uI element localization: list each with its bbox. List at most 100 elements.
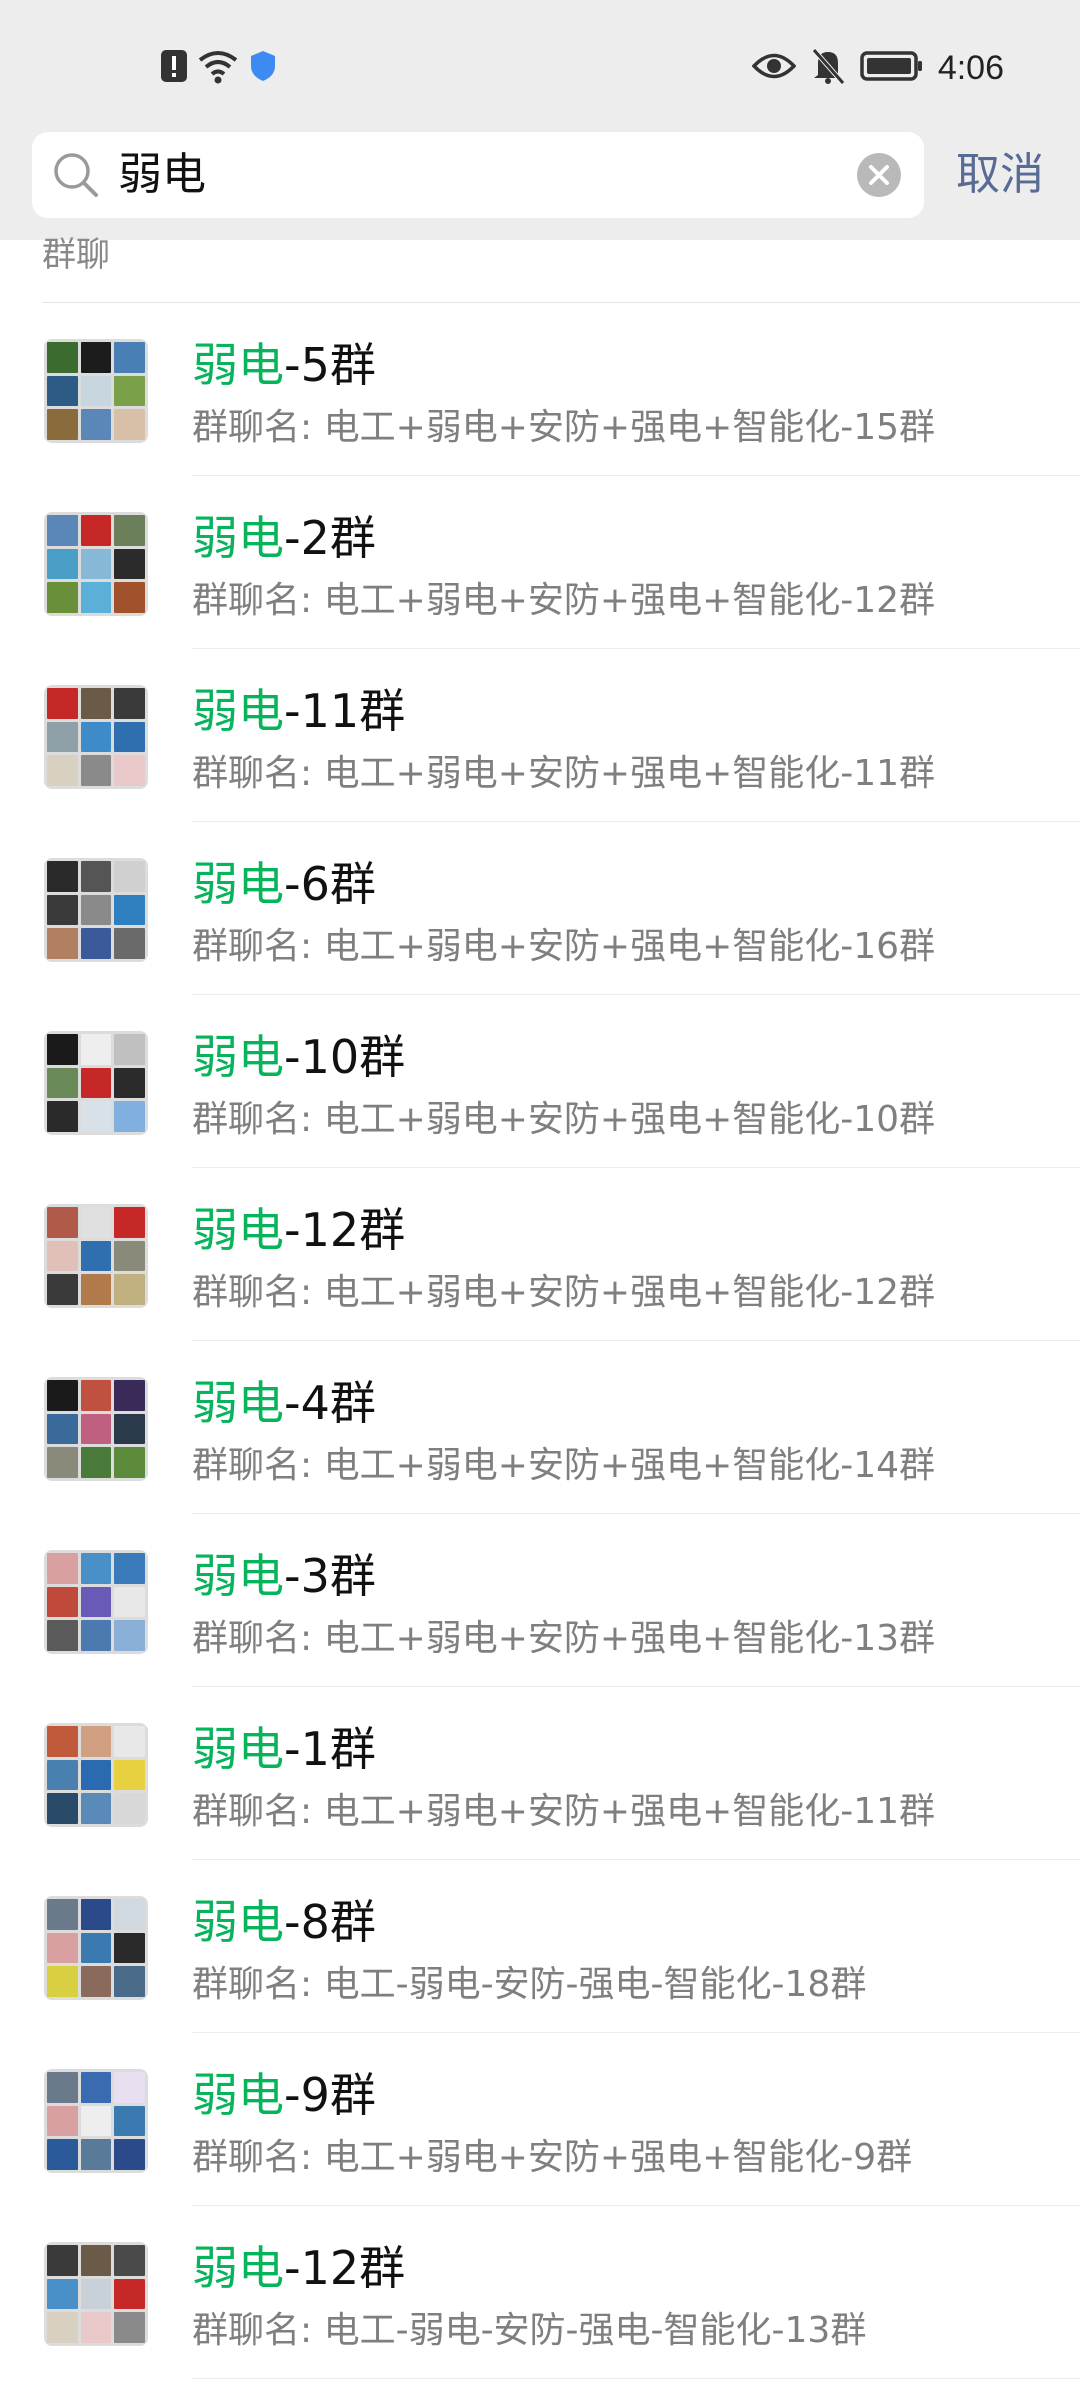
list-item[interactable]: 弱电-6群 群聊名: 电工+弱电+安防+强电+智能化-16群 (0, 822, 1080, 995)
avatar-tile (80, 1586, 112, 1618)
cancel-button[interactable]: 取消 (956, 132, 1044, 218)
group-title: 弱电-9群 (192, 2065, 376, 2125)
list-item[interactable]: 弱电-12群 群聊名: 电工-弱电-安防-强电-智能化-13群 (0, 2206, 1080, 2379)
avatar-tile (114, 375, 145, 407)
list-item[interactable]: 弱电-9群 群聊名: 电工+弱电+安防+强电+智能化-9群 (0, 2033, 1080, 2206)
avatar-tile (80, 1759, 112, 1791)
avatar-tile (80, 1447, 112, 1478)
avatar-tile (47, 548, 78, 580)
avatar-tile (47, 1447, 78, 1478)
avatar-tile (47, 2312, 78, 2343)
avatar-tile (47, 861, 78, 892)
group-avatar (44, 1204, 148, 1308)
mute-icon (810, 47, 846, 89)
group-title: 弱电-3群 (192, 1546, 376, 1606)
avatar-tile (47, 1620, 78, 1651)
list-item[interactable]: 弱电-12群 群聊名: 电工+弱电+安防+强电+智能化-12群 (0, 1168, 1080, 1341)
avatar-tile (80, 721, 112, 753)
title-suffix: -5群 (284, 338, 376, 392)
search-header: 4:06 弱电 取消 (0, 0, 1080, 240)
avatar-tile (114, 1240, 145, 1272)
avatar-tile (114, 928, 145, 959)
group-avatar (44, 1723, 148, 1827)
avatar-tile (80, 1240, 112, 1272)
avatar-tile (80, 2105, 112, 2137)
avatar-tile (47, 2278, 78, 2310)
status-time: 4:06 (937, 48, 1004, 87)
avatar-tile (47, 1240, 78, 1272)
avatar-tile (47, 2072, 78, 2103)
clear-search-icon[interactable] (856, 152, 902, 198)
avatar-tile (114, 1932, 145, 1964)
avatar-tile (80, 1067, 112, 1099)
avatar-tile (47, 2139, 78, 2170)
title-suffix: -11群 (284, 684, 406, 738)
avatar-tile (114, 1586, 145, 1618)
keyword-highlight: 弱电 (192, 1895, 284, 1949)
avatar-tile (80, 2245, 112, 2276)
avatar-tile (47, 1413, 78, 1445)
avatar-tile (47, 1966, 78, 1997)
shield-icon (248, 49, 278, 87)
group-full-name: 群聊名: 电工+弱电+安防+强电+智能化-10群 (192, 1099, 936, 1140)
alert-icon (160, 49, 188, 87)
list-item[interactable]: 弱电-5群 群聊名: 电工+弱电+安防+强电+智能化-15群 (0, 303, 1080, 476)
avatar-tile (47, 688, 78, 719)
list-item[interactable]: 弱电-11群 群聊名: 电工+弱电+安防+强电+智能化-11群 (0, 649, 1080, 822)
group-full-name: 群聊名: 电工+弱电+安防+强电+智能化-15群 (192, 407, 936, 448)
avatar-tile (47, 515, 78, 546)
avatar-tile (80, 1274, 112, 1305)
avatar-tile (114, 1034, 145, 1065)
avatar-tile (47, 1759, 78, 1791)
avatar-tile (47, 342, 78, 373)
group-title: 弱电-12群 (192, 2238, 405, 2298)
avatar-tile (47, 1726, 78, 1757)
avatar-tile (114, 1553, 145, 1584)
title-suffix: -8群 (284, 1895, 376, 1949)
group-full-name: 群聊名: 电工-弱电-安防-强电-智能化-18群 (192, 1964, 867, 2005)
list-item[interactable]: 弱电-8群群聊名: 电工-弱电-安防-强电-智能化-18群 (0, 1860, 1080, 2033)
avatar-tile (114, 1726, 145, 1757)
avatar-tile (47, 582, 78, 613)
group-full-name: 群聊名: 电工+弱电+安防+强电+智能化-11群 (192, 753, 936, 794)
avatar-tile (114, 1899, 145, 1930)
search-input[interactable]: 弱电 (118, 132, 206, 218)
keyword-highlight: 弱电 (192, 857, 284, 911)
avatar-tile (80, 1034, 112, 1065)
title-suffix: -6群 (284, 857, 376, 911)
avatar-tile (47, 1101, 78, 1132)
search-field[interactable]: 弱电 (32, 132, 924, 218)
avatar-tile (47, 1586, 78, 1618)
list-item[interactable]: 弱电-10群 群聊名: 电工+弱电+安防+强电+智能化-10群 (0, 995, 1080, 1168)
status-bar-right: 4:06 (751, 44, 1004, 92)
avatar-tile (47, 2105, 78, 2137)
group-title: 弱电-8群 (192, 1892, 376, 1952)
avatar-tile (80, 1932, 112, 1964)
avatar-tile (114, 1101, 145, 1132)
avatar-tile (114, 1447, 145, 1478)
avatar-tile (80, 515, 112, 546)
avatar-tile (80, 2072, 112, 2103)
avatar-tile (80, 1899, 112, 1930)
avatar-tile (47, 1034, 78, 1065)
group-avatar (44, 1377, 148, 1481)
avatar-tile (80, 688, 112, 719)
avatar-tile (114, 1207, 145, 1238)
avatar-tile (114, 342, 145, 373)
avatar-tile (114, 861, 145, 892)
group-title: 弱电-2群 (192, 508, 376, 568)
row-divider (192, 2378, 1080, 2379)
group-full-name: 群聊名: 电工+弱电+安防+强电+智能化-11群 (192, 1791, 936, 1832)
group-full-name: 群聊名: 电工+弱电+安防+强电+智能化-12群 (192, 580, 936, 621)
list-item[interactable]: 弱电-2群群聊名: 电工+弱电+安防+强电+智能化-12群 (0, 476, 1080, 649)
list-item[interactable]: 弱电-4群 群聊名: 电工+弱电+安防+强电+智能化-14群 (0, 1341, 1080, 1514)
avatar-tile (47, 1793, 78, 1824)
avatar-tile (80, 928, 112, 959)
title-suffix: -1群 (284, 1722, 376, 1776)
avatar-tile (114, 1620, 145, 1651)
avatar-tile (80, 548, 112, 580)
list-item[interactable]: 弱电-1群 群聊名: 电工+弱电+安防+强电+智能化-11群 (0, 1687, 1080, 1860)
avatar-tile (80, 1413, 112, 1445)
list-item[interactable]: 弱电-3群 群聊名: 电工+弱电+安防+强电+智能化-13群 (0, 1514, 1080, 1687)
avatar-tile (114, 2105, 145, 2137)
